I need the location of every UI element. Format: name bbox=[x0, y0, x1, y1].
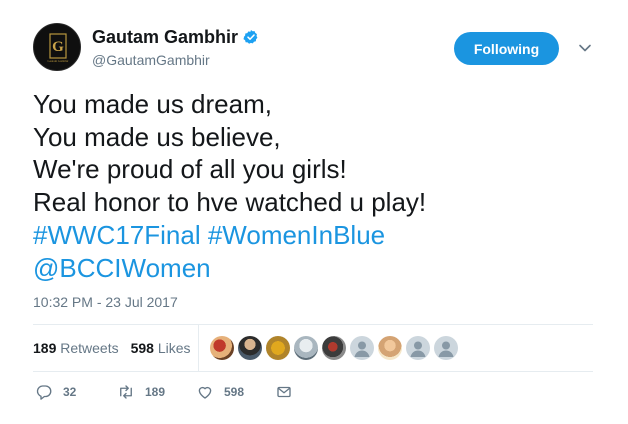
liker-avatar[interactable] bbox=[434, 336, 458, 360]
like-button[interactable]: 598 bbox=[196, 383, 244, 401]
likes-stat[interactable]: 598 Likes bbox=[131, 339, 191, 357]
display-name[interactable]: Gautam Gambhir bbox=[92, 27, 238, 47]
retweet-button[interactable]: 189 bbox=[117, 383, 165, 401]
tweet-line: Real honor to hve watched u play! bbox=[33, 187, 427, 218]
retweets-stat[interactable]: 189 Retweets bbox=[33, 339, 119, 357]
tweet-timestamp[interactable]: 10:32 PM - 23 Jul 2017 bbox=[33, 293, 178, 311]
liker-avatar[interactable] bbox=[350, 336, 374, 360]
default-avatar-icon bbox=[438, 341, 454, 357]
hashtag-link[interactable]: #WWC17Final bbox=[33, 220, 201, 250]
retweet-count: 189 bbox=[145, 385, 166, 399]
avatar-subtext: Gautam Gambhir bbox=[47, 59, 69, 63]
divider bbox=[33, 371, 593, 372]
liker-avatar[interactable] bbox=[406, 336, 430, 360]
default-avatar-icon bbox=[354, 341, 370, 357]
tweet-text: You made us dream, You made us believe, … bbox=[33, 88, 613, 284]
tweet-line: You made us believe, bbox=[33, 121, 281, 152]
gg-logo-icon: G bbox=[49, 33, 67, 59]
liker-avatar[interactable] bbox=[322, 336, 346, 360]
default-avatar-icon bbox=[410, 341, 426, 357]
reply-button[interactable]: 32 bbox=[35, 383, 76, 401]
likes-count: 598 bbox=[130, 340, 154, 356]
name-row: Gautam Gambhir bbox=[92, 27, 259, 47]
like-count: 598 bbox=[224, 385, 245, 399]
liker-avatar[interactable] bbox=[266, 336, 290, 360]
stats-separator bbox=[198, 324, 199, 371]
liker-avatar[interactable] bbox=[378, 336, 402, 360]
verified-badge-icon bbox=[243, 30, 258, 44]
retweet-icon bbox=[120, 385, 132, 399]
tweet-line: We're proud of all you girls! bbox=[33, 154, 347, 185]
liker-avatars bbox=[210, 336, 462, 360]
retweets-label: Retweets bbox=[60, 340, 119, 356]
tweet-stats: 189 Retweets 598 Likes bbox=[33, 339, 203, 357]
hashtag-line: #WWC17Final #WomenInBlue bbox=[33, 219, 613, 252]
mention-line: @BCCIWomen bbox=[33, 252, 613, 285]
svg-text:G: G bbox=[52, 39, 64, 55]
divider bbox=[33, 324, 593, 325]
tweet-card: G Gautam Gambhir Gautam Gambhir @GautamG… bbox=[0, 0, 628, 424]
liker-avatar[interactable] bbox=[294, 336, 318, 360]
user-handle[interactable]: @GautamGambhir bbox=[92, 51, 210, 69]
hashtag-link[interactable]: #WomenInBlue bbox=[208, 220, 385, 250]
likes-label: Likes bbox=[157, 340, 191, 356]
heart-icon bbox=[198, 386, 212, 399]
liker-avatar[interactable] bbox=[210, 336, 234, 360]
mention-link[interactable]: @BCCIWomen bbox=[33, 253, 211, 283]
mail-icon bbox=[277, 386, 291, 398]
chevron-down-icon[interactable] bbox=[578, 41, 592, 55]
liker-avatar[interactable] bbox=[238, 336, 262, 360]
retweets-count: 189 bbox=[33, 340, 57, 356]
direct-message-button[interactable] bbox=[275, 383, 293, 401]
following-button[interactable]: Following bbox=[454, 32, 559, 65]
tweet-line: You made us dream, bbox=[33, 89, 272, 119]
reply-icon bbox=[36, 385, 52, 400]
reply-count: 32 bbox=[63, 385, 77, 399]
user-avatar[interactable]: G Gautam Gambhir bbox=[33, 23, 81, 71]
